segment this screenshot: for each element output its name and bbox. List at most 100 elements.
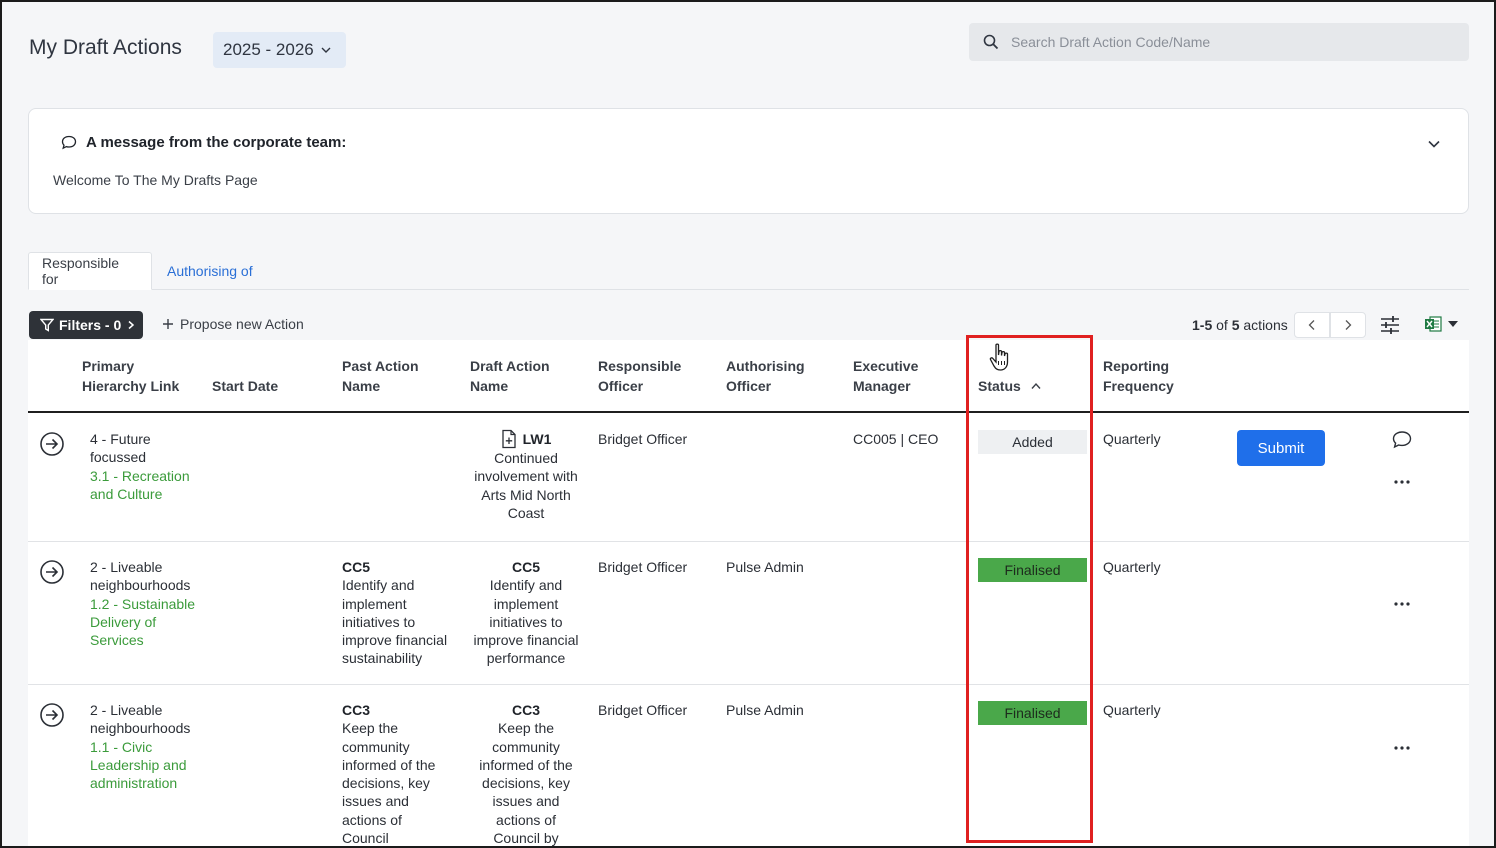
tab-authorising-of[interactable]: Authorising of — [154, 252, 266, 290]
past-action-text: sustainability — [342, 650, 423, 667]
chevron-right-icon — [1345, 320, 1352, 330]
excel-icon — [1425, 316, 1442, 332]
previous-page-button[interactable] — [1294, 312, 1330, 338]
pager-unit: actions — [1243, 317, 1288, 333]
responsible-officer: Bridget Officer — [598, 559, 688, 575]
column-label: Status — [978, 378, 1021, 394]
arrow-circle-icon[interactable] — [39, 702, 65, 728]
column-label: Executive — [853, 358, 919, 374]
table-row: 4 - Future focussed 3.1 - Recreation and… — [28, 415, 1469, 542]
tab-responsible-for[interactable]: Responsible for — [28, 252, 152, 290]
column-executive-manager[interactable]: Executive Manager — [853, 356, 918, 396]
year-selector[interactable]: 2025 - 2026 — [213, 32, 346, 68]
draft-action-text: actions of — [496, 811, 556, 828]
pager-total: 5 — [1231, 317, 1240, 333]
add-file-icon — [501, 429, 516, 449]
hierarchy-parent: 2 - Liveable — [90, 559, 163, 575]
comment-icon — [61, 135, 77, 150]
past-action-text: Council — [342, 830, 389, 847]
pager-range: 1-5 — [1192, 317, 1213, 333]
hierarchy-parent: 2 - Liveable — [90, 702, 163, 718]
draft-action-text: Council by — [493, 830, 559, 847]
past-action-text: actions of — [342, 811, 402, 828]
executive-manager: CC005 | CEO — [853, 431, 939, 447]
plus-icon — [163, 319, 173, 329]
column-settings-icon[interactable] — [1379, 315, 1401, 335]
past-action-text: informed of the — [342, 756, 436, 773]
submit-button[interactable]: Submit — [1237, 430, 1325, 466]
hierarchy-child: 1.1 - Civic — [90, 738, 153, 755]
table-row: 2 - Liveable neighbourhoods 1.2 - Sustai… — [28, 542, 1469, 685]
status-badge: Finalised — [978, 558, 1087, 582]
draft-action-code-line: LW1 — [468, 429, 584, 449]
reporting-frequency: Quarterly — [1103, 431, 1161, 447]
more-icon[interactable] — [1392, 600, 1412, 608]
column-past-action-name[interactable]: Past Action Name — [342, 356, 419, 396]
past-action-text: Identify and — [342, 577, 415, 594]
filters-label: Filters - 0 — [59, 317, 122, 333]
past-action-text: improve financial — [342, 632, 448, 649]
column-authorising-officer[interactable]: Authorising Officer — [726, 356, 805, 396]
more-icon[interactable] — [1392, 744, 1412, 752]
draft-action-name: LW1 Continued involvement with Arts Mid … — [468, 429, 584, 522]
column-label: Officer — [726, 378, 772, 394]
column-draft-action-name[interactable]: Draft Action Name — [470, 356, 550, 396]
reporting-frequency: Quarterly — [1103, 559, 1161, 575]
draft-action-name: CC5 Identify and implement initiatives t… — [468, 558, 584, 668]
draft-action-text: Keep the — [497, 720, 555, 737]
column-start-date[interactable]: Start Date — [212, 376, 278, 396]
comment-icon[interactable] — [1391, 430, 1413, 450]
status-badge: Finalised — [978, 701, 1087, 725]
authorising-officer: Pulse Admin — [726, 702, 804, 718]
draft-action-text: issues and — [492, 793, 560, 810]
draft-action-text: Arts Mid North — [481, 486, 571, 503]
hierarchy-child: 3.1 - Recreation — [90, 467, 190, 484]
pager-of: of — [1216, 317, 1228, 333]
arrow-circle-icon[interactable] — [39, 431, 65, 457]
column-label: Frequency — [1103, 378, 1174, 394]
message-body: Welcome To The My Drafts Page — [53, 172, 258, 188]
more-icon[interactable] — [1392, 478, 1412, 486]
past-action-text: Keep the — [342, 720, 399, 737]
column-label: Responsible — [598, 358, 682, 374]
column-label: Past Action — [342, 358, 419, 374]
responsible-officer: Bridget Officer — [598, 702, 688, 718]
hierarchy-child: Leadership and — [90, 756, 187, 773]
excel-export-button[interactable] — [1424, 315, 1458, 333]
caret-down-icon — [1448, 321, 1458, 327]
search-bar[interactable] — [969, 23, 1469, 61]
column-label: Name — [342, 378, 381, 394]
column-responsible-officer[interactable]: Responsible Officer — [598, 356, 681, 396]
column-status[interactable]: Status — [978, 376, 1041, 396]
column-reporting-frequency[interactable]: Reporting Frequency — [1103, 356, 1174, 396]
status-badge: Added — [978, 430, 1087, 454]
table-row: 2 - Liveable neighbourhoods 1.1 - Civic … — [28, 685, 1469, 848]
message-title: A message from the corporate team: — [61, 134, 346, 151]
corporate-message-panel: A message from the corporate team: Welco… — [28, 108, 1469, 214]
arrow-circle-icon[interactable] — [39, 559, 65, 585]
propose-new-action-button[interactable]: Propose new Action — [162, 316, 304, 332]
responsible-officer: Bridget Officer — [598, 431, 688, 447]
past-action-name: CC5 Identify and implement initiatives t… — [342, 558, 447, 668]
hierarchy-link: 2 - Liveable neighbourhoods 1.1 - Civic … — [90, 701, 190, 792]
search-input[interactable] — [1011, 34, 1431, 50]
page-title: My Draft Actions — [29, 36, 182, 59]
past-action-text: initiatives to — [342, 613, 416, 630]
hierarchy-parent: neighbourhoods — [90, 577, 191, 594]
past-action-text: community — [342, 738, 410, 755]
draft-actions-table: Primary Hierarchy Link Start Date Past A… — [28, 340, 1469, 848]
chevron-down-icon[interactable] — [1426, 136, 1442, 152]
hierarchy-child: Delivery of — [90, 613, 157, 630]
chevron-down-icon — [321, 47, 331, 53]
hierarchy-child: 1.2 - Sustainable — [90, 595, 196, 612]
column-primary-hierarchy[interactable]: Primary Hierarchy Link — [82, 356, 179, 396]
past-action-text: decisions, key — [342, 775, 430, 792]
draft-action-text: Identify and — [489, 577, 563, 594]
filters-button[interactable]: Filters - 0 — [29, 311, 143, 339]
past-action-text: issues and — [342, 793, 409, 810]
draft-action-code: CC5 — [511, 559, 540, 575]
column-label: Primary — [82, 358, 135, 374]
next-page-button[interactable] — [1330, 312, 1366, 338]
search-icon — [983, 34, 999, 50]
column-label: Reporting — [1103, 358, 1170, 374]
